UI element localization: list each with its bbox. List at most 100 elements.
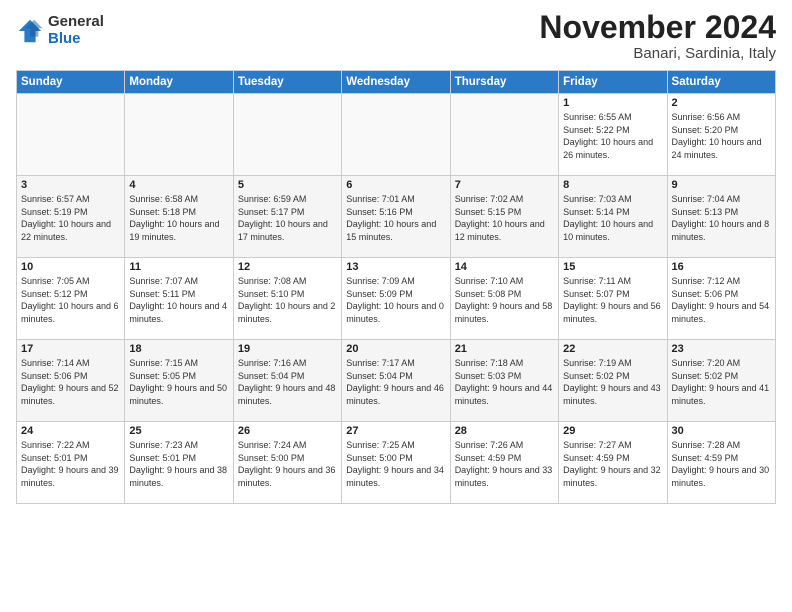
day-info: Sunrise: 7:26 AM Sunset: 4:59 PM Dayligh… bbox=[455, 439, 554, 489]
calendar-cell: 24 Sunrise: 7:22 AM Sunset: 5:01 PM Dayli… bbox=[17, 422, 125, 504]
day-info: Sunrise: 7:09 AM Sunset: 5:09 PM Dayligh… bbox=[346, 275, 445, 325]
logo-blue: Blue bbox=[48, 31, 104, 48]
page-container: General Blue November 2024 Banari, Sardi… bbox=[0, 0, 792, 514]
day-info: Sunrise: 6:55 AM Sunset: 5:22 PM Dayligh… bbox=[563, 111, 662, 161]
day-number: 4 bbox=[129, 179, 228, 191]
calendar-cell: 9Sunrise: 7:04 AM Sunset: 5:13 PM Daylig… bbox=[667, 176, 775, 258]
calendar-cell bbox=[17, 94, 125, 176]
day-info: Sunrise: 7:23 AM Sunset: 5:01 PM Dayligh… bbox=[129, 439, 228, 489]
day-number: 24 bbox=[21, 425, 120, 437]
calendar-cell: 21 Sunrise: 7:18 AM Sunset: 5:03 PM Dayli… bbox=[450, 340, 558, 422]
calendar-cell: 12 Sunrise: 7:08 AM Sunset: 5:10 PM Dayli… bbox=[233, 258, 341, 340]
logo-general: General bbox=[48, 14, 104, 31]
day-number: 25 bbox=[129, 425, 228, 437]
day-info: Sunrise: 7:05 AM Sunset: 5:12 PM Dayligh… bbox=[21, 275, 120, 325]
calendar-cell: 2 Sunrise: 6:56 AM Sunset: 5:20 PM Daylig… bbox=[667, 94, 775, 176]
calendar-cell: 22Sunrise: 7:19 AM Sunset: 5:02 PM Dayli… bbox=[559, 340, 667, 422]
day-number: 14 bbox=[455, 261, 554, 273]
days-header-row: SundayMondayTuesdayWednesdayThursdayFrid… bbox=[17, 71, 776, 94]
month-title: November 2024 bbox=[539, 10, 776, 45]
day-number: 29 bbox=[563, 425, 662, 437]
day-number: 18 bbox=[129, 343, 228, 355]
calendar-cell: 13 Sunrise: 7:09 AM Sunset: 5:09 PM Dayli… bbox=[342, 258, 450, 340]
header: General Blue November 2024 Banari, Sardi… bbox=[16, 10, 776, 62]
calendar-cell: 14 Sunrise: 7:10 AM Sunset: 5:08 PM Dayli… bbox=[450, 258, 558, 340]
calendar-cell: 29 Sunrise: 7:27 AM Sunset: 4:59 PM Dayli… bbox=[559, 422, 667, 504]
day-info: Sunrise: 7:17 AM Sunset: 5:04 PM Dayligh… bbox=[346, 357, 445, 407]
day-number: 26 bbox=[238, 425, 337, 437]
day-number: 11 bbox=[129, 261, 228, 273]
day-info: Sunrise: 6:59 AM Sunset: 5:17 PM Dayligh… bbox=[238, 193, 337, 243]
calendar-cell: 3 Sunrise: 6:57 AM Sunset: 5:19 PM Daylig… bbox=[17, 176, 125, 258]
logo: General Blue bbox=[16, 14, 104, 47]
day-info: Sunrise: 7:07 AM Sunset: 5:11 PM Dayligh… bbox=[129, 275, 228, 325]
day-info: Sunrise: 7:18 AM Sunset: 5:03 PM Dayligh… bbox=[455, 357, 554, 407]
day-info: Sunrise: 7:24 AM Sunset: 5:00 PM Dayligh… bbox=[238, 439, 337, 489]
calendar-cell bbox=[233, 94, 341, 176]
day-info: Sunrise: 7:14 AM Sunset: 5:06 PM Dayligh… bbox=[21, 357, 120, 407]
calendar-cell: 4Sunrise: 6:58 AM Sunset: 5:18 PM Daylig… bbox=[125, 176, 233, 258]
day-info: Sunrise: 7:08 AM Sunset: 5:10 PM Dayligh… bbox=[238, 275, 337, 325]
day-info: Sunrise: 7:20 AM Sunset: 5:02 PM Dayligh… bbox=[672, 357, 771, 407]
calendar-cell: 10 Sunrise: 7:05 AM Sunset: 5:12 PM Dayli… bbox=[17, 258, 125, 340]
day-header-monday: Monday bbox=[125, 71, 233, 94]
day-number: 22 bbox=[563, 343, 662, 355]
day-number: 8 bbox=[563, 179, 662, 191]
day-number: 7 bbox=[455, 179, 554, 191]
day-header-saturday: Saturday bbox=[667, 71, 775, 94]
day-number: 16 bbox=[672, 261, 771, 273]
day-info: Sunrise: 7:27 AM Sunset: 4:59 PM Dayligh… bbox=[563, 439, 662, 489]
day-number: 23 bbox=[672, 343, 771, 355]
calendar-cell: 5 Sunrise: 6:59 AM Sunset: 5:17 PM Daylig… bbox=[233, 176, 341, 258]
calendar-cell bbox=[125, 94, 233, 176]
calendar-cell: 18 Sunrise: 7:15 AM Sunset: 5:05 PM Dayli… bbox=[125, 340, 233, 422]
day-number: 21 bbox=[455, 343, 554, 355]
day-header-tuesday: Tuesday bbox=[233, 71, 341, 94]
day-number: 12 bbox=[238, 261, 337, 273]
day-number: 19 bbox=[238, 343, 337, 355]
calendar-cell: 17Sunrise: 7:14 AM Sunset: 5:06 PM Dayli… bbox=[17, 340, 125, 422]
calendar-cell: 23 Sunrise: 7:20 AM Sunset: 5:02 PM Dayli… bbox=[667, 340, 775, 422]
calendar-cell: 11 Sunrise: 7:07 AM Sunset: 5:11 PM Dayli… bbox=[125, 258, 233, 340]
day-info: Sunrise: 7:16 AM Sunset: 5:04 PM Dayligh… bbox=[238, 357, 337, 407]
day-number: 20 bbox=[346, 343, 445, 355]
day-info: Sunrise: 6:56 AM Sunset: 5:20 PM Dayligh… bbox=[672, 111, 771, 161]
day-info: Sunrise: 7:10 AM Sunset: 5:08 PM Dayligh… bbox=[455, 275, 554, 325]
calendar-cell: 30 Sunrise: 7:28 AM Sunset: 4:59 PM Dayli… bbox=[667, 422, 775, 504]
day-number: 28 bbox=[455, 425, 554, 437]
day-number: 5 bbox=[238, 179, 337, 191]
calendar-cell: 15Sunrise: 7:11 AM Sunset: 5:07 PM Dayli… bbox=[559, 258, 667, 340]
day-info: Sunrise: 7:15 AM Sunset: 5:05 PM Dayligh… bbox=[129, 357, 228, 407]
week-row-1: 1Sunrise: 6:55 AM Sunset: 5:22 PM Daylig… bbox=[17, 94, 776, 176]
week-row-3: 10 Sunrise: 7:05 AM Sunset: 5:12 PM Dayli… bbox=[17, 258, 776, 340]
day-number: 2 bbox=[672, 97, 771, 109]
day-number: 30 bbox=[672, 425, 771, 437]
calendar-cell: 8Sunrise: 7:03 AM Sunset: 5:14 PM Daylig… bbox=[559, 176, 667, 258]
calendar-cell: 26 Sunrise: 7:24 AM Sunset: 5:00 PM Dayli… bbox=[233, 422, 341, 504]
day-info: Sunrise: 7:01 AM Sunset: 5:16 PM Dayligh… bbox=[346, 193, 445, 243]
day-number: 3 bbox=[21, 179, 120, 191]
day-info: Sunrise: 7:12 AM Sunset: 5:06 PM Dayligh… bbox=[672, 275, 771, 325]
calendar-cell bbox=[450, 94, 558, 176]
day-number: 27 bbox=[346, 425, 445, 437]
day-info: Sunrise: 7:02 AM Sunset: 5:15 PM Dayligh… bbox=[455, 193, 554, 243]
day-number: 10 bbox=[21, 261, 120, 273]
day-header-thursday: Thursday bbox=[450, 71, 558, 94]
day-info: Sunrise: 7:22 AM Sunset: 5:01 PM Dayligh… bbox=[21, 439, 120, 489]
calendar-table: SundayMondayTuesdayWednesdayThursdayFrid… bbox=[16, 70, 776, 504]
calendar-cell: 27Sunrise: 7:25 AM Sunset: 5:00 PM Dayli… bbox=[342, 422, 450, 504]
calendar-cell: 19 Sunrise: 7:16 AM Sunset: 5:04 PM Dayli… bbox=[233, 340, 341, 422]
day-header-friday: Friday bbox=[559, 71, 667, 94]
week-row-4: 17Sunrise: 7:14 AM Sunset: 5:06 PM Dayli… bbox=[17, 340, 776, 422]
day-info: Sunrise: 6:57 AM Sunset: 5:19 PM Dayligh… bbox=[21, 193, 120, 243]
calendar-cell: 1Sunrise: 6:55 AM Sunset: 5:22 PM Daylig… bbox=[559, 94, 667, 176]
day-number: 13 bbox=[346, 261, 445, 273]
calendar-cell: 25 Sunrise: 7:23 AM Sunset: 5:01 PM Dayli… bbox=[125, 422, 233, 504]
day-number: 6 bbox=[346, 179, 445, 191]
calendar-cell: 16 Sunrise: 7:12 AM Sunset: 5:06 PM Dayli… bbox=[667, 258, 775, 340]
day-number: 9 bbox=[672, 179, 771, 191]
day-number: 15 bbox=[563, 261, 662, 273]
day-info: Sunrise: 7:28 AM Sunset: 4:59 PM Dayligh… bbox=[672, 439, 771, 489]
calendar-cell: 20 Sunrise: 7:17 AM Sunset: 5:04 PM Dayli… bbox=[342, 340, 450, 422]
day-header-wednesday: Wednesday bbox=[342, 71, 450, 94]
